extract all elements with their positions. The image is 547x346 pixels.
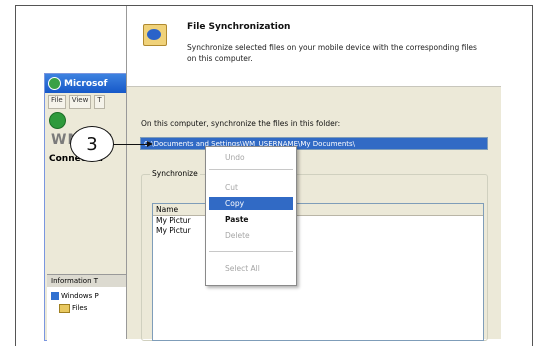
menu-tools[interactable]: T [94, 95, 105, 109]
dialog-header: File Synchronization Synchronize selecte… [127, 6, 501, 87]
file-sync-dialog: File Synchronization Synchronize selecte… [126, 6, 501, 341]
background-window-title: Microsof [64, 78, 108, 89]
list-item[interactable]: My Pictur [153, 226, 483, 236]
app-icon [48, 77, 61, 90]
dialog-description: Synchronize selected files on your mobil… [187, 43, 477, 63]
sync-folder-icon [143, 24, 167, 46]
menu-view[interactable]: View [68, 95, 92, 109]
dialog-title: File Synchronization [187, 22, 291, 32]
folder-icon [59, 303, 70, 313]
synchronize-group-label: Synchronize [150, 169, 200, 178]
folder-path-input[interactable]: C:\Documents and Settings\WM_USERNAME\My… [140, 137, 488, 150]
folder-label: On this computer, synchronize the files … [141, 119, 341, 128]
callout-arrow-icon [147, 141, 153, 147]
list-item[interactable]: My Pictur [153, 216, 483, 226]
menu-file[interactable]: File [48, 95, 66, 109]
synchronize-group: Synchronize Name My Pictur My Pictur [141, 169, 488, 341]
menu-separator [209, 251, 293, 252]
file-list[interactable]: Name My Pictur My Pictur [152, 203, 484, 341]
menu-item-select-all[interactable]: Select All [206, 262, 296, 275]
windows-icon [51, 292, 59, 300]
menu-item-delete[interactable]: Delete [206, 229, 296, 242]
callout-leader-line [113, 144, 151, 145]
sync-icon[interactable] [49, 111, 66, 129]
step-callout: 3 [70, 126, 114, 162]
menu-item-cut[interactable]: Cut [206, 181, 296, 194]
context-menu: Undo Cut Copy Paste Delete Select All [205, 146, 297, 286]
menu-item-paste[interactable]: Paste [206, 213, 296, 226]
menu-separator [209, 169, 293, 170]
column-header-name[interactable]: Name [153, 204, 483, 216]
menu-item-copy[interactable]: Copy [209, 197, 293, 210]
menu-item-undo[interactable]: Undo [206, 151, 296, 164]
